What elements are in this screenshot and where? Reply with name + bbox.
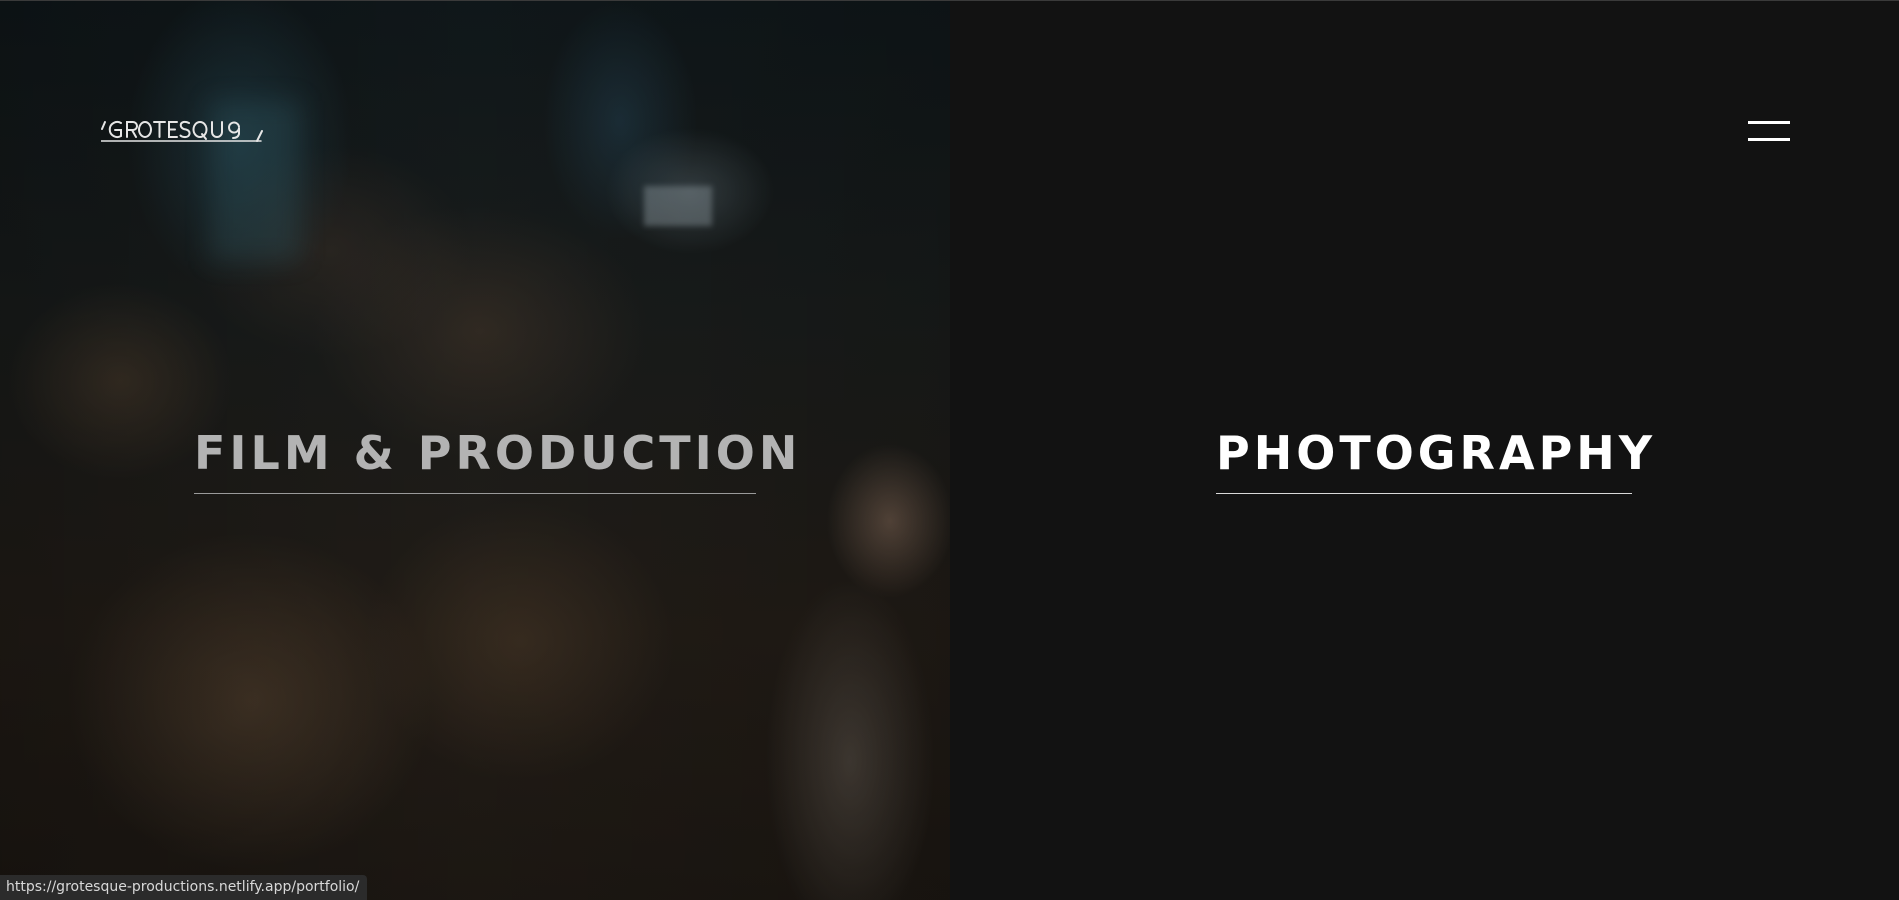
portfolio-page: FILM & PRODUCTION PHOTOGRAPHY https://gr… bbox=[0, 0, 1899, 900]
logo-mark bbox=[100, 120, 263, 142]
hamburger-menu-icon-bottom-bar bbox=[1748, 138, 1790, 141]
photography-label: PHOTOGRAPHY bbox=[1216, 426, 1657, 480]
status-bar-url: https://grotesque-productions.netlify.ap… bbox=[0, 875, 368, 900]
film-production-underline bbox=[194, 493, 756, 494]
menu-button[interactable] bbox=[1748, 120, 1790, 144]
film-production-label: FILM & PRODUCTION bbox=[194, 426, 802, 480]
top-divider bbox=[0, 0, 1899, 1]
grotesque-logo[interactable] bbox=[100, 114, 263, 144]
film-production-link[interactable]: FILM & PRODUCTION bbox=[194, 425, 802, 494]
hamburger-menu-icon-top-bar bbox=[1748, 121, 1790, 124]
photography-underline bbox=[1216, 493, 1632, 494]
photography-link[interactable]: PHOTOGRAPHY bbox=[1216, 425, 1657, 494]
